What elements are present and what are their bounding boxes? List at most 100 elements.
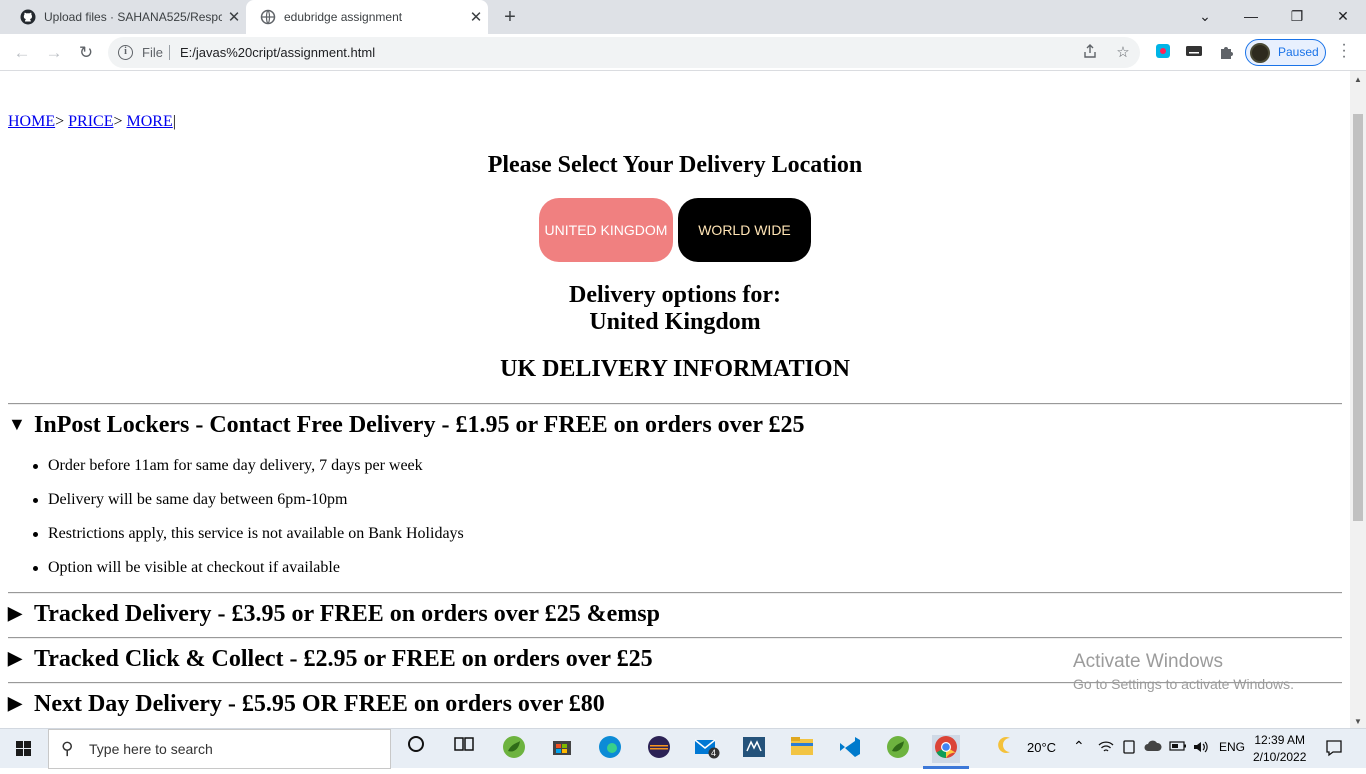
microsoft-store-icon[interactable] (548, 735, 576, 763)
page-scrollbar[interactable]: ▲ ▼ (1350, 71, 1366, 728)
triangle-right-icon: ▶ (8, 648, 22, 668)
close-tab-icon[interactable]: ✕ (222, 8, 246, 26)
url-text[interactable]: E:/javas%20cript/assignment.html (180, 45, 375, 60)
weather-temperature[interactable]: 20°C (1027, 740, 1056, 755)
mysql-workbench-icon[interactable] (740, 735, 768, 763)
list-item: Order before 11am for same day delivery,… (33, 457, 464, 491)
delivery-options-heading: Delivery options for: United Kingdom (0, 282, 1350, 336)
activate-windows-watermark: Activate Windows Go to Settings to activ… (1073, 651, 1294, 692)
triangle-down-icon: ▼ (8, 414, 26, 434)
tab-upload-files[interactable]: Upload files · SAHANA525/Respc ✕ (8, 0, 246, 34)
search-placeholder: Type here to search (89, 741, 213, 757)
inpost-details-list: Order before 11am for same day delivery,… (33, 457, 464, 593)
reload-icon[interactable]: ↻ (72, 39, 100, 67)
bookmark-star-icon[interactable]: ☆ (1113, 43, 1133, 63)
list-item: Restrictions apply, this service is not … (33, 525, 464, 559)
divider (169, 45, 170, 60)
volume-icon[interactable] (1193, 740, 1209, 757)
chrome-icon[interactable] (932, 735, 960, 763)
breadcrumb-tail: | (172, 113, 176, 130)
profile-button[interactable]: Paused (1245, 39, 1326, 66)
list-item: Option will be visible at checkout if av… (33, 559, 464, 593)
divider (8, 403, 1342, 405)
start-button[interactable] (0, 729, 48, 769)
vscode-icon[interactable] (836, 735, 864, 763)
scheme-label: File (142, 45, 163, 60)
cortana-icon[interactable] (402, 735, 430, 763)
section-click-collect-summary[interactable]: ▶ Tracked Click & Collect - £2.95 or FREE… (8, 646, 653, 673)
section-title: Next Day Delivery - £5.95 OR FREE on ord… (34, 691, 605, 717)
new-tab-button[interactable]: + (498, 5, 522, 29)
tab-search-chevron-icon[interactable]: ⌄ (1182, 0, 1228, 34)
edge-browser-icon[interactable] (596, 735, 624, 763)
close-tab-icon[interactable]: ✕ (464, 8, 488, 26)
wifi-icon[interactable] (1098, 740, 1114, 757)
extension-keyboard-icon[interactable] (1185, 44, 1203, 62)
tab-strip: Upload files · SAHANA525/Respc ✕ edubrid… (0, 0, 1366, 34)
extension-camera-icon[interactable] (1154, 44, 1172, 62)
taskbar-search[interactable]: ⚲ Type here to search (48, 729, 391, 769)
breadcrumb-price-link[interactable]: PRICE (68, 113, 113, 130)
notifications-icon[interactable] (1325, 739, 1343, 760)
back-arrow-icon[interactable]: ← (8, 39, 36, 67)
task-view-icon[interactable] (450, 735, 478, 763)
tab-edubridge-assignment[interactable]: edubridge assignment ✕ (246, 0, 488, 34)
delivery-options-label: Delivery options for: (569, 282, 781, 308)
breadcrumb-separator: > (113, 113, 123, 130)
clock-date: 2/10/2022 (1253, 750, 1307, 764)
menu-kebab-icon[interactable]: · · · (1339, 37, 1349, 65)
show-hidden-icons-chevron-icon[interactable]: ⌃ (1073, 738, 1085, 755)
windows-taskbar: ⚲ Type here to search 4 20°C ⌃ ENG 12:39… (0, 728, 1366, 769)
restore-button[interactable]: ❐ (1274, 0, 1320, 34)
select-location-heading: Please Select Your Delivery Location (487, 152, 863, 178)
selected-country: United Kingdom (589, 309, 761, 335)
scrollbar-thumb[interactable] (1353, 114, 1363, 521)
address-bar[interactable]: i File E:/javas%20cript/assignment.html … (108, 37, 1140, 68)
list-item: Delivery will be same day between 6pm-10… (33, 491, 464, 525)
weather-moon-icon[interactable] (993, 735, 1021, 763)
github-icon (20, 9, 36, 25)
mail-icon[interactable]: 4 (693, 735, 721, 763)
clock-time: 12:39 AM (1254, 733, 1306, 747)
scroll-up-arrow-icon[interactable]: ▲ (1354, 75, 1362, 84)
scroll-down-arrow-icon[interactable]: ▼ (1354, 717, 1362, 726)
window-close-button[interactable]: ✕ (1320, 0, 1366, 34)
section-title: Tracked Click & Collect - £2.95 or FREE … (34, 646, 653, 672)
battery-icon[interactable] (1169, 740, 1187, 755)
section-inpost-summary[interactable]: ▼ InPost Lockers - Contact Free Delivery … (8, 412, 805, 439)
web-page: HOME> PRICE> MORE| Please Select Your De… (0, 71, 1350, 728)
breadcrumb-separator: > (55, 113, 65, 130)
info-icon[interactable]: i (118, 45, 133, 60)
extensions-puzzle-icon[interactable] (1218, 44, 1236, 62)
location-button-group: UNITED KINGDOM WORLD WIDE (539, 198, 811, 262)
system-clock[interactable]: 12:39 AM 2/10/2022 (1253, 732, 1306, 766)
spring-tool-icon[interactable] (884, 735, 912, 763)
section-tracked-delivery-summary[interactable]: ▶ Tracked Delivery - £3.95 or FREE on ord… (8, 601, 660, 628)
eclipse-icon[interactable] (645, 735, 673, 763)
share-icon[interactable] (1080, 43, 1100, 63)
input-language[interactable]: ENG (1219, 740, 1245, 754)
tab-title: Upload files · SAHANA525/Respc (44, 10, 222, 24)
triangle-right-icon: ▶ (8, 693, 22, 713)
breadcrumb-home-link[interactable]: HOME (8, 113, 55, 130)
windows-logo-icon (16, 741, 31, 756)
breadcrumb-more-link[interactable]: MORE (127, 113, 173, 130)
file-explorer-icon[interactable] (788, 735, 816, 763)
section-title: Tracked Delivery - £3.95 or FREE on orde… (34, 601, 660, 627)
minimize-button[interactable]: — (1228, 0, 1274, 34)
watermark-title: Activate Windows (1073, 651, 1223, 672)
mail-badge: 4 (711, 748, 717, 758)
device-icon[interactable] (1122, 740, 1136, 757)
spring-tool-icon[interactable] (500, 735, 528, 763)
forward-arrow-icon[interactable]: → (40, 39, 68, 67)
avatar (1250, 43, 1270, 63)
browser-toolbar: ← → ↻ i File E:/javas%20cript/assignment… (0, 34, 1366, 71)
section-next-day-summary[interactable]: ▶ Next Day Delivery - £5.95 OR FREE on or… (8, 691, 605, 718)
uk-delivery-info-heading: UK DELIVERY INFORMATION (500, 356, 850, 382)
triangle-right-icon: ▶ (8, 603, 22, 623)
onedrive-cloud-icon[interactable] (1144, 740, 1162, 755)
united-kingdom-button[interactable]: UNITED KINGDOM (539, 198, 673, 262)
search-icon: ⚲ (61, 739, 74, 758)
breadcrumb: HOME> PRICE> MORE| (8, 113, 176, 131)
world-wide-button[interactable]: WORLD WIDE (678, 198, 811, 262)
